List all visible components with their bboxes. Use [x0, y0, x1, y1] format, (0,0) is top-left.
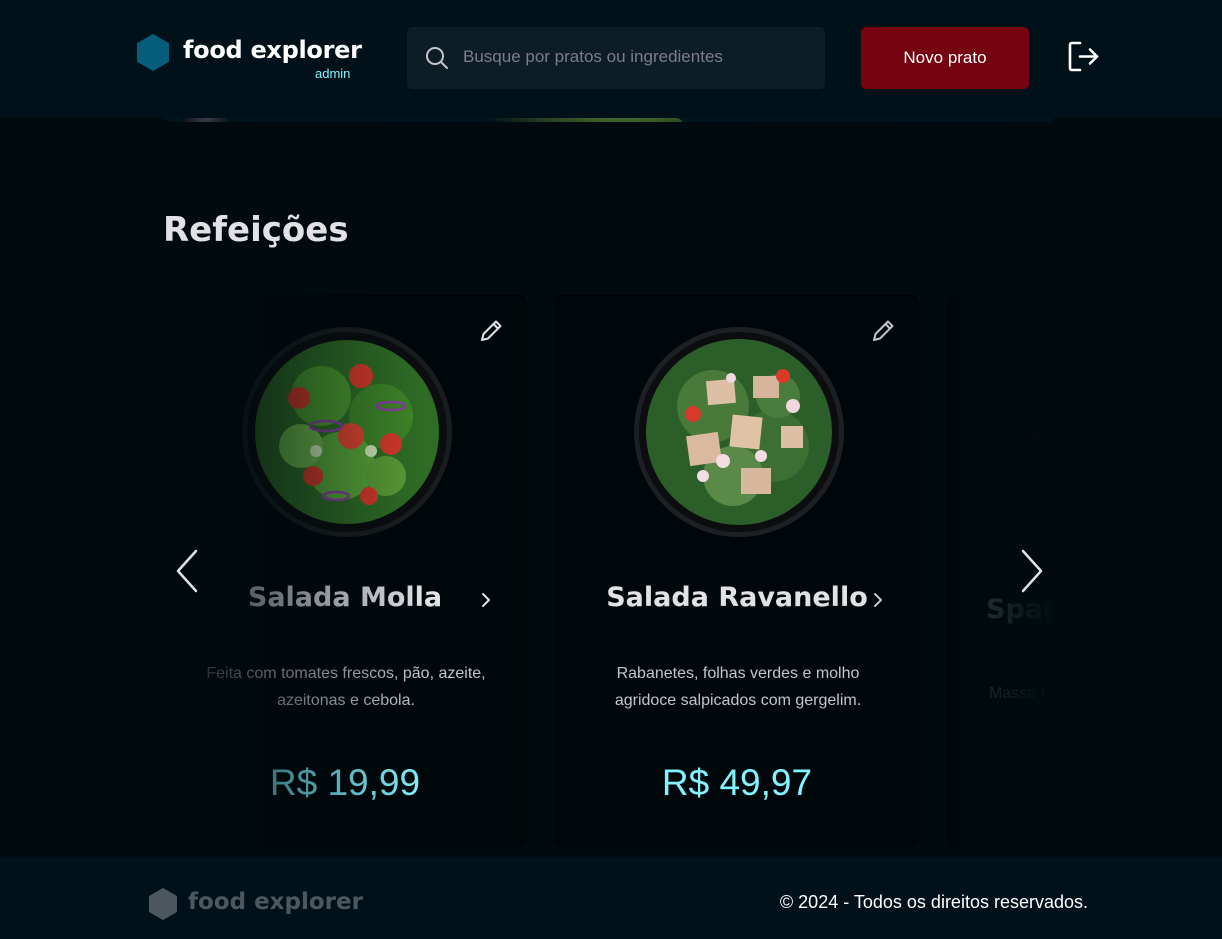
pencil-icon[interactable]: [870, 318, 896, 344]
search-icon: [426, 47, 448, 69]
search-placeholder: Busque por pratos ou ingredientes: [463, 47, 723, 66]
top-header: food explorer admin Busque por pratos ou…: [0, 0, 1222, 118]
page-footer: food explorer © 2024 - Todos os direitos…: [0, 857, 1222, 939]
copyright-text: © 2024 - Todos os direitos reservados.: [779, 892, 1088, 912]
dish-image[interactable]: [1025, 406, 1056, 466]
dish-card[interactable]: Salada Ravanello Rabanetes, folhas verde…: [555, 295, 919, 847]
chevron-right-icon[interactable]: [871, 591, 885, 609]
dish-description: Feita com tomates frescos, pão, azeite, …: [206, 665, 486, 709]
dish-image[interactable]: [241, 326, 453, 538]
dish-name[interactable]: Salada Molla: [164, 582, 526, 613]
dish-image[interactable]: [633, 326, 845, 538]
chevron-right-icon[interactable]: [479, 591, 493, 609]
dish-name[interactable]: Spag: [986, 594, 1056, 625]
dish-carousel: Salada Molla Feita com tomates frescos, …: [163, 295, 1056, 847]
brand-role-label: admin: [315, 66, 351, 81]
dish-card[interactable]: Salada Molla Feita com tomates frescos, …: [163, 295, 527, 847]
sign-out-icon[interactable]: [1067, 40, 1100, 73]
chevron-left-icon[interactable]: [174, 548, 200, 594]
dish-price: R$ 49,97: [661, 762, 813, 803]
brand-name: food explorer: [183, 36, 362, 64]
dish-price: R$ 19,99: [269, 762, 421, 803]
section-title: Refeições: [163, 210, 349, 250]
footer-brand-name: food explorer: [188, 889, 363, 915]
chevron-right-icon[interactable]: [1019, 548, 1045, 594]
new-dish-button[interactable]: Novo prato: [861, 27, 1029, 89]
dish-name[interactable]: Salada Ravanello: [556, 582, 918, 613]
pencil-icon[interactable]: [478, 318, 504, 344]
hexagon-logo-icon: [149, 888, 177, 920]
dish-description: Rabanetes, folhas verdes e molho agridoc…: [614, 665, 862, 709]
hexagon-logo-icon: [137, 34, 169, 71]
dish-description: Massa f: [989, 685, 1046, 702]
search-input[interactable]: Busque por pratos ou ingredientes: [407, 27, 825, 89]
